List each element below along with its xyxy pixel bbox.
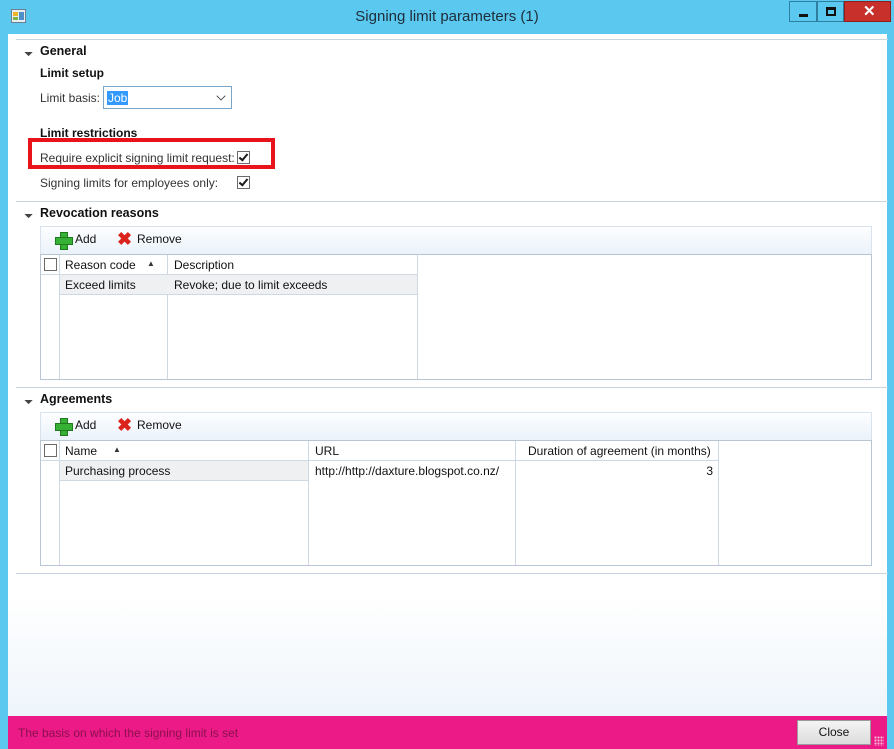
title-bar: Signing limit parameters (1) ✕ — [0, 0, 894, 34]
agreements-section-header[interactable]: ◢ Agreements — [24, 392, 112, 406]
column-divider — [59, 255, 60, 379]
sort-ascending-icon: ▲ — [113, 445, 121, 454]
column-divider — [718, 441, 719, 565]
column-header-description[interactable]: Description — [174, 258, 234, 272]
column-divider — [515, 441, 516, 565]
collapse-triangle-icon: ◢ — [23, 395, 33, 405]
description-cell[interactable]: Revoke; due to limit exceeds — [174, 278, 327, 292]
column-header-duration[interactable]: Duration of agreement (in months) — [528, 444, 711, 458]
resize-grip-icon[interactable] — [874, 736, 884, 746]
remove-reason-button[interactable]: ✖ Remove — [117, 229, 182, 249]
add-agreement-button[interactable]: Add — [55, 418, 96, 436]
divider — [16, 201, 888, 202]
column-divider — [59, 441, 60, 565]
agreement-name-cell[interactable]: Purchasing process — [65, 464, 170, 478]
collapse-triangle-icon: ◢ — [23, 47, 33, 57]
window-title: Signing limit parameters (1) — [355, 8, 539, 25]
add-icon — [55, 232, 73, 250]
remove-icon: ✖ — [117, 415, 133, 435]
divider — [16, 573, 888, 574]
revocation-section-header[interactable]: ◢ Revocation reasons — [24, 206, 159, 220]
select-all-checkbox[interactable] — [44, 444, 57, 457]
checkmark-icon — [238, 176, 249, 187]
agreements-grid: Name ▲ URL Duration of agreement (in mon… — [40, 440, 872, 566]
minimize-icon — [799, 14, 808, 17]
collapse-triangle-icon: ◢ — [23, 209, 33, 219]
chevron-down-icon — [216, 91, 226, 101]
close-icon: ✕ — [863, 3, 876, 20]
form-body: ◢ General Limit setup Limit basis: Job Li… — [8, 34, 888, 716]
checkmark-icon — [238, 151, 249, 162]
add-icon — [55, 418, 73, 436]
reason-code-cell[interactable]: Exceed limits — [65, 278, 136, 292]
select-all-checkbox[interactable] — [44, 258, 57, 271]
remove-icon: ✖ — [117, 229, 133, 249]
divider — [16, 39, 888, 40]
agreement-duration-cell[interactable]: 3 — [519, 464, 713, 478]
maximize-button[interactable] — [817, 1, 844, 22]
column-divider — [417, 255, 418, 379]
column-header-reason-code[interactable]: Reason code — [65, 258, 136, 272]
column-header-name[interactable]: Name — [65, 444, 97, 458]
remove-agreement-button[interactable]: ✖ Remove — [117, 415, 182, 435]
employees-only-label: Signing limits for employees only: — [40, 176, 219, 190]
close-window-button[interactable]: ✕ — [844, 1, 891, 22]
close-button[interactable]: Close — [797, 720, 871, 745]
require-explicit-label: Require explicit signing limit request: — [40, 151, 235, 165]
employees-only-checkbox[interactable] — [237, 176, 250, 189]
revocation-toolbar: Add ✖ Remove — [40, 226, 872, 254]
divider — [16, 387, 888, 388]
column-header-url[interactable]: URL — [315, 444, 339, 458]
revocation-grid: Reason code ▲ Description Exceed limits … — [40, 254, 872, 380]
limit-setup-heading: Limit setup — [40, 66, 105, 80]
sort-ascending-icon: ▲ — [147, 259, 155, 268]
agreement-url-cell[interactable]: http://http://daxture.blogspot.co.nz/ — [315, 464, 513, 478]
limit-basis-dropdown[interactable]: Job — [103, 86, 232, 109]
maximize-icon — [826, 7, 836, 16]
status-message: The basis on which the signing limit is … — [18, 726, 239, 740]
column-divider — [167, 255, 168, 379]
require-explicit-checkbox[interactable] — [237, 151, 250, 164]
general-section-header[interactable]: ◢ General — [24, 44, 87, 58]
status-bar: The basis on which the signing limit is … — [8, 716, 887, 749]
column-divider — [308, 441, 309, 565]
limit-basis-label: Limit basis: — [40, 91, 101, 105]
add-reason-button[interactable]: Add — [55, 232, 96, 250]
limit-basis-value: Job — [107, 91, 129, 105]
agreements-toolbar: Add ✖ Remove — [40, 412, 872, 440]
minimize-button[interactable] — [789, 1, 817, 22]
